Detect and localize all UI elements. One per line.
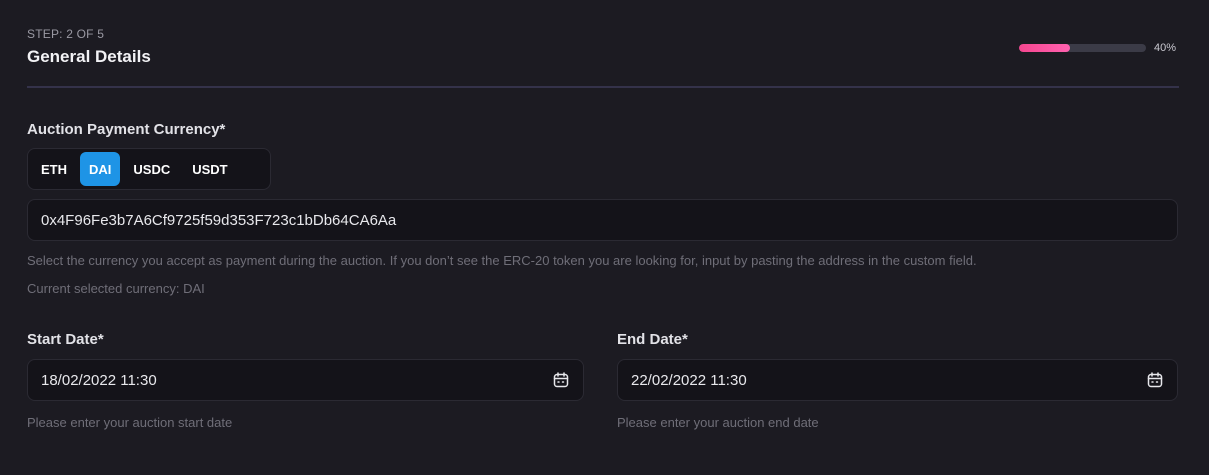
step-indicator: STEP: 2 OF 5 [27, 27, 105, 41]
currency-address-input[interactable]: 0x4F96Fe3b7A6Cf9725f59d353F723c1bDb64CA6… [27, 199, 1178, 241]
calendar-icon[interactable] [552, 371, 570, 389]
general-details-step: STEP: 2 OF 5 General Details 40% Auction… [0, 0, 1209, 475]
currency-helper-text: Select the currency you accept as paymen… [27, 253, 977, 268]
end-date-input[interactable]: 22/02/2022 11:30 [617, 359, 1178, 401]
currency-address-value: 0x4F96Fe3b7A6Cf9725f59d353F723c1bDb64CA6… [41, 211, 397, 229]
calendar-icon[interactable] [1146, 371, 1164, 389]
currency-option-usdt[interactable]: USDT [183, 152, 236, 186]
divider [27, 86, 1179, 88]
end-date-helper: Please enter your auction end date [617, 415, 819, 430]
end-date-label: End Date* [617, 331, 688, 348]
start-date-label: Start Date* [27, 331, 104, 348]
currency-label: Auction Payment Currency* [27, 121, 226, 138]
start-date-input[interactable]: 18/02/2022 11:30 [27, 359, 584, 401]
current-currency-text: Current selected currency: DAI [27, 281, 205, 296]
start-date-value: 18/02/2022 11:30 [41, 371, 157, 389]
progress-bar [1019, 44, 1146, 52]
end-date-value: 22/02/2022 11:30 [631, 371, 747, 389]
progress-bar-fill [1019, 44, 1070, 52]
currency-selector: ETH DAI USDC USDT [27, 148, 271, 190]
currency-option-eth[interactable]: ETH [32, 152, 76, 186]
currency-option-usdc[interactable]: USDC [124, 152, 179, 186]
page-title: General Details [27, 47, 151, 66]
start-date-helper: Please enter your auction start date [27, 415, 233, 430]
progress-percent: 40% [1154, 42, 1177, 54]
currency-option-dai[interactable]: DAI [80, 152, 121, 186]
